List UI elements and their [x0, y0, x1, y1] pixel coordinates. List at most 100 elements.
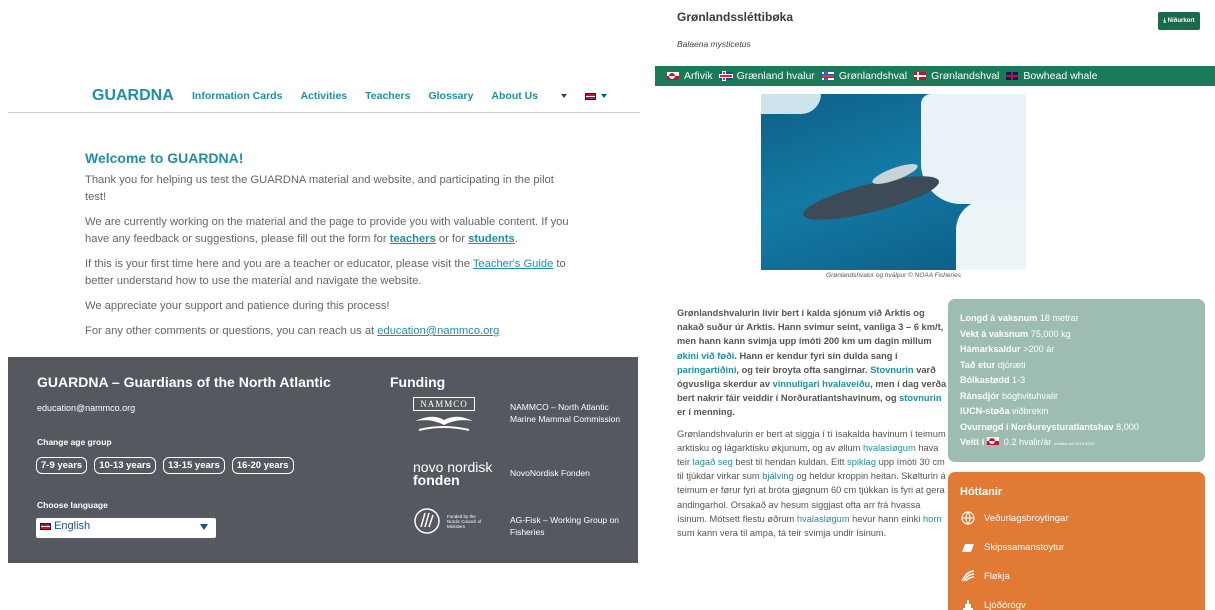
fact-label: Veitt í [960, 437, 985, 447]
glossary-link[interactable]: hvalasløgum [863, 443, 916, 453]
brand-logo[interactable]: GUARDNA [92, 87, 174, 105]
age-button-13-15[interactable]: 13-15 years [162, 457, 225, 474]
glossary-link[interactable]: spiklag [847, 457, 876, 467]
denmark-flag-icon [914, 72, 927, 80]
threat-item[interactable]: Veðurlagsbroytingar [960, 510, 1193, 526]
fact-value: 18 metrar [1039, 313, 1079, 323]
species-latin-name: Balaena mysticetus [677, 39, 751, 49]
threat-item[interactable]: Skipssamanstoytur [960, 539, 1193, 555]
text: . [514, 233, 518, 245]
fact-value: 75,000 kg [1030, 328, 1071, 339]
photo-caption: Grønlandshvalur og hválpur © NOAA Fisher… [826, 272, 961, 279]
fact-value: djóræti [997, 359, 1026, 370]
bowhead-whale-photo [761, 94, 1026, 270]
uk-flag-icon [40, 522, 51, 530]
fact-label: Hámarksaldur [960, 344, 1021, 354]
nordic-council-logo[interactable]: Funded by the Nordic Council of Minister… [413, 507, 493, 535]
nav-link-about-us[interactable]: About Us [491, 90, 568, 102]
noise-icon [960, 597, 976, 610]
welcome-paragraph-2: We are currently working on the material… [85, 214, 575, 248]
language-select[interactable]: English [36, 518, 216, 538]
language-menu[interactable] [585, 90, 608, 102]
fact-label: Vekt á vaksnum [960, 328, 1029, 339]
age-button-10-13[interactable]: 10-13 years [94, 457, 156, 474]
ice-floe [921, 94, 1026, 204]
glossary-link[interactable]: horn [923, 514, 942, 524]
fact-value: >200 ár [1023, 344, 1055, 354]
nav-links: Information Cards Activities Teachers Gl… [192, 90, 625, 102]
glossary-link[interactable]: stovnurin [899, 393, 941, 403]
download-button[interactable]: ⤓ Niðurkort [1158, 12, 1200, 30]
footer-title: GUARDNA – Guardians of the North Atlanti… [37, 374, 331, 390]
iceland-flag-icon [719, 72, 732, 80]
threats-title: Hóttanir [960, 486, 1003, 498]
fact-abundance: Ovurnøgd í Norðureysturatlantshav 8,000 [960, 420, 1193, 436]
nammco-logo-text: NAMMCO [413, 397, 475, 411]
dropdown-arrow-icon [200, 524, 208, 530]
fact-value: viðbrekin [1012, 406, 1049, 416]
novo-nordisk-logo[interactable]: novo nordisk fonden [413, 460, 493, 488]
text: or for [435, 233, 469, 245]
text: best til hendan kuldan. Eitt [732, 457, 848, 468]
text: er í menning. [677, 407, 735, 418]
fact-value: 8,000 [1116, 421, 1139, 432]
glossary-link[interactable]: vinnuligari hvalaveiðu [773, 379, 871, 389]
fact-value: 0.2 hvalir/ár [1003, 437, 1052, 447]
footer-email[interactable]: education@nammco.org [37, 403, 135, 413]
threat-label: Ljóðórógv [984, 599, 1026, 610]
nav-link-teachers[interactable]: Teachers [365, 90, 410, 102]
nammco-name: NAMMCO – North Atlantic Marine Mammal Co… [510, 402, 621, 424]
age-button-7-9[interactable]: 7-9 years [36, 457, 88, 474]
welcome-paragraph-1: Thank you for helping us test the GUARDN… [85, 174, 554, 203]
top-navbar: GUARDNA Information Cards Activities Tea… [8, 80, 640, 113]
teachers-form-link[interactable]: teachers [390, 233, 436, 245]
threats-box: Hóttanir Veðurlagsbroytingar Skipssamans… [948, 472, 1205, 610]
welcome-paragraph-5: For any other comments or questions, you… [85, 323, 575, 340]
nav-link-information-cards[interactable]: Information Cards [192, 90, 282, 102]
fact-note: miðaltal fyri 2019-2023 [1053, 441, 1095, 446]
swan-icon [414, 508, 440, 534]
greenland-flag-icon [667, 72, 679, 80]
glossary-link[interactable]: paringartíðini [677, 365, 736, 375]
norway-flag-icon [821, 72, 834, 80]
ag-fisk-name: AG-Fisk – Working Group on Fisheries [510, 515, 619, 537]
fact-label: Tað etur [960, 359, 996, 370]
novo-logo-line2: fonden [413, 472, 460, 488]
download-label: Niðurkort [1167, 18, 1195, 24]
fact-label: Longd á vaksnum [960, 313, 1038, 323]
name-greenlandic: Arfivik [684, 70, 713, 82]
nav-link-glossary[interactable]: Glossary [428, 90, 473, 102]
language-value: English [54, 520, 91, 532]
species-title: Grønlandssléttibøka [677, 10, 794, 24]
glossary-link[interactable]: bjálving [762, 471, 794, 481]
text: . Hann er kendur fyri sín dulda sang í [734, 350, 898, 361]
whale-tail-icon [415, 416, 473, 431]
age-button-16-20[interactable]: 16-20 years [231, 457, 294, 474]
novo-nordisk-name: NovoNordisk Fonden [510, 468, 590, 478]
welcome-heading: Welcome to GUARDNA! [85, 150, 244, 166]
fact-length: Longd á vaksnum 18 metrar [960, 311, 1193, 327]
threat-label: Veðurlagsbroytingar [984, 512, 1069, 524]
species-card-panel: Grønlandssléttibøka Balaena mysticetus ⤓… [655, 0, 1215, 610]
glossary-link[interactable]: økini við føði [677, 351, 734, 361]
text: , og teir broyta ofta sangirnar. [736, 364, 871, 375]
uk-flag-icon [585, 92, 597, 100]
glossary-link[interactable]: Stovnurin [870, 365, 913, 375]
description-paragraph-1: Grønlandshvalurin livir bert í kalda sjó… [677, 306, 947, 420]
threat-item[interactable]: Fløkja [960, 568, 1193, 584]
glossary-link[interactable]: hvalasløgum [797, 514, 850, 524]
name-english: Bowhead whale [1023, 70, 1098, 82]
threat-label: Skipssamanstoytur [984, 541, 1065, 553]
fact-predators: Ránsdjór bóghvituhvalir [960, 389, 1193, 405]
fact-group-size: Bólkastødd 1-3 [960, 373, 1193, 389]
nav-link-activities[interactable]: Activities [300, 90, 347, 102]
fact-iucn-status: IUCN-støða viðbrekin [960, 404, 1193, 420]
teachers-guide-link[interactable]: Teacher's Guide [473, 258, 554, 270]
students-form-link[interactable]: students [468, 233, 515, 245]
glossary-link[interactable]: lagað seg [693, 457, 733, 467]
greenland-flag-icon [986, 437, 999, 445]
threat-item[interactable]: Ljóðórógv [960, 597, 1193, 610]
fact-value: bóghvituhvalir [1001, 390, 1059, 401]
nammco-logo[interactable]: NAMMCO [413, 397, 493, 438]
contact-email-link[interactable]: education@nammco.org [377, 325, 499, 337]
